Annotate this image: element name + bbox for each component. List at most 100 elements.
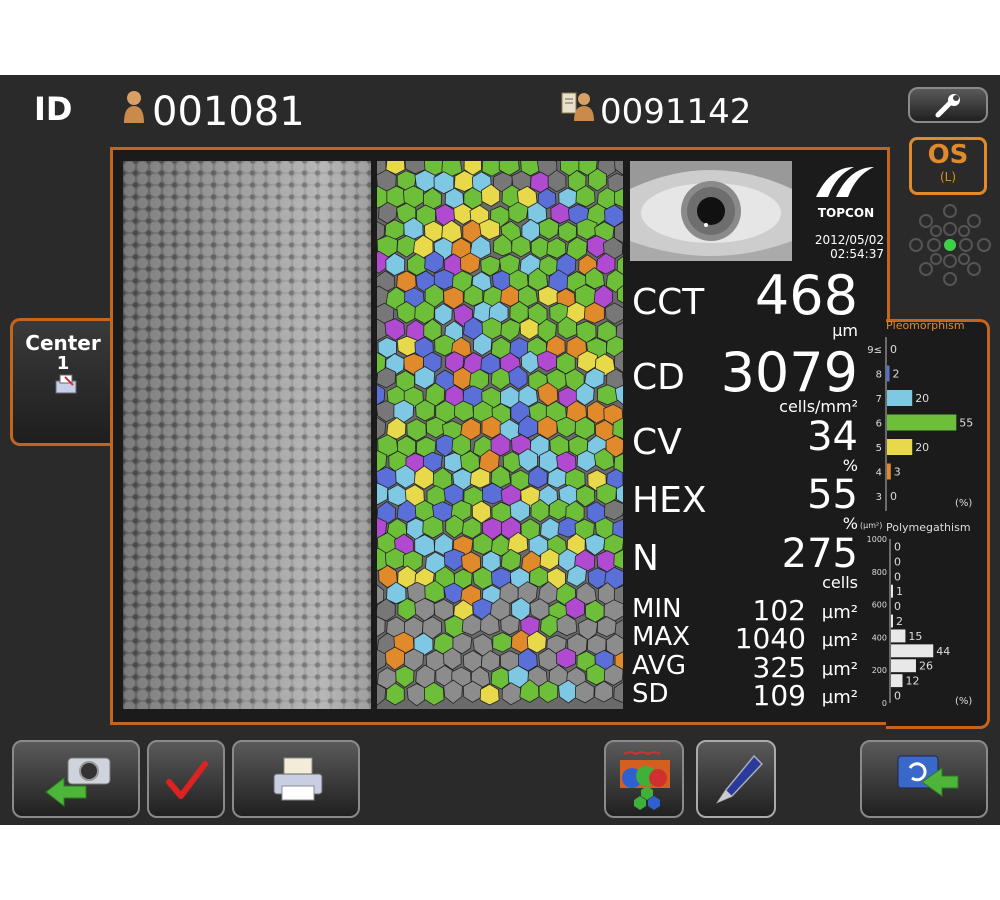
exam-time: 02:54:37 [830,247,884,261]
poly-bar-label: 1 [896,585,903,598]
poly-bar-label: 26 [919,660,933,673]
cell-polygon [433,598,454,621]
cell-polygon [395,665,415,688]
sd-label: SD [632,679,669,709]
pleo-bar-label: 55 [959,417,973,430]
n-label: N [632,538,659,579]
n-value: 275 [781,531,858,577]
hex-label: HEX [632,480,707,521]
poly-tick-label: 200 [872,666,887,675]
position-number: 1 [56,353,70,374]
position-tab[interactable]: Center 1 [10,318,115,446]
avg-unit: µm² [821,659,858,680]
cell-polygon [384,318,406,341]
cell-polygon [479,218,500,241]
patient-icon [122,89,146,123]
patient-id: 001081 [152,89,305,135]
cell-polygon [396,235,417,258]
cv-value: 34 [807,414,858,460]
pleomorphism-chart: 9≤ 0 8 2 7 20 6 55 5 20 4 3 3 0 [866,335,990,515]
pleo-bar [887,414,957,431]
back-camera-button[interactable] [12,740,140,818]
cell-polygon [576,218,598,241]
poly-bar-label: 15 [908,630,922,643]
pleo-bar-label: 0 [890,490,897,503]
printer-small-icon [53,373,79,401]
poly-tick-label: 600 [872,601,887,610]
eye-photo [630,161,792,261]
next-refresh-icon [892,752,964,814]
sd-value: 109 [752,679,806,712]
poly-bar-label: 0 [894,690,901,703]
pen-icon [710,750,766,814]
cd-label: CD [632,357,685,398]
pleo-tick-label: 5 [876,443,882,454]
brand-name: TOPCON [817,206,875,220]
specular-raw-image [123,161,371,709]
cell-polygon [536,350,558,372]
pleo-tick-label: 3 [876,492,882,503]
poly-bar-label: 44 [936,645,950,658]
eye-side-label: OS [927,140,969,170]
wrench-icon [934,93,964,123]
cct-label: CCT [632,282,705,323]
polymegathism-unit: (µm²) [860,521,883,530]
min-unit: µm² [821,602,858,623]
poly-bar-label: 2 [896,615,903,628]
cell-polygon [479,683,500,706]
topcon-logo-icon [810,163,880,207]
hex-value: 55 [807,472,858,518]
cell-polygon [377,400,397,423]
next-button[interactable] [860,740,988,818]
fixation-dots [908,203,992,287]
pleo-tick-label: 6 [876,419,882,430]
poly-bar-label: 12 [906,675,920,688]
sd-unit: µm² [821,687,858,708]
settings-button[interactable] [908,87,988,123]
poly-bar [891,644,934,658]
poly-tick-label: 800 [872,568,887,577]
poly-bar-label: 0 [894,570,901,583]
cct-unit: µm [832,321,858,340]
id-label: ID [34,90,73,128]
poly-bar-label: 0 [894,555,901,568]
polymegathism-chart: 1000 800 600 400 200 0 0 0 0 1 0 2 15 44 26 12 0 [856,533,990,713]
poly-bar-label: 0 [894,540,901,553]
back-camera-icon [44,754,116,812]
pleo-bar-label: 2 [893,368,900,381]
analysis-overlay-button[interactable] [604,740,684,818]
pleo-bar-label: 20 [915,441,929,454]
pleo-bar [887,390,913,406]
avg-label: AVG [632,651,687,681]
print-button[interactable] [232,740,360,818]
max-label: MAX [632,622,691,652]
cell-polygon [603,499,623,521]
n-unit: cells [822,573,858,592]
cell-polygon [492,632,513,653]
pleo-tick-label: 8 [876,370,882,381]
pleo-bar-label: 3 [894,466,901,479]
cell-polygon [443,548,465,572]
cell-polygon [537,285,559,307]
position-label: Center [25,331,101,355]
printer-icon [272,756,324,808]
cell-polygon [406,683,427,707]
confirm-button[interactable] [147,740,225,818]
poly-bar [891,614,893,628]
pleo-tick-label: 7 [876,394,882,405]
cell-polygon [597,384,619,406]
edit-pen-button[interactable] [696,740,776,818]
pleo-tick-label: 9≤ [867,345,882,356]
cell-polygon [576,450,597,472]
cell-polygon [434,303,453,326]
checkmark-icon [165,758,209,806]
pleo-bar-label: 0 [890,343,897,356]
exam-id: 0091142 [600,92,752,132]
cell-polygon [396,335,418,357]
eye-side-badge[interactable]: OS (L) [909,137,987,195]
poly-bar [891,584,893,598]
screen: ID 001081 0091142 OS (L) Center 1 TOPCON… [0,75,1000,825]
cv-label: CV [632,422,682,463]
cct-value: 468 [754,264,858,327]
cell-polygon [530,236,551,259]
